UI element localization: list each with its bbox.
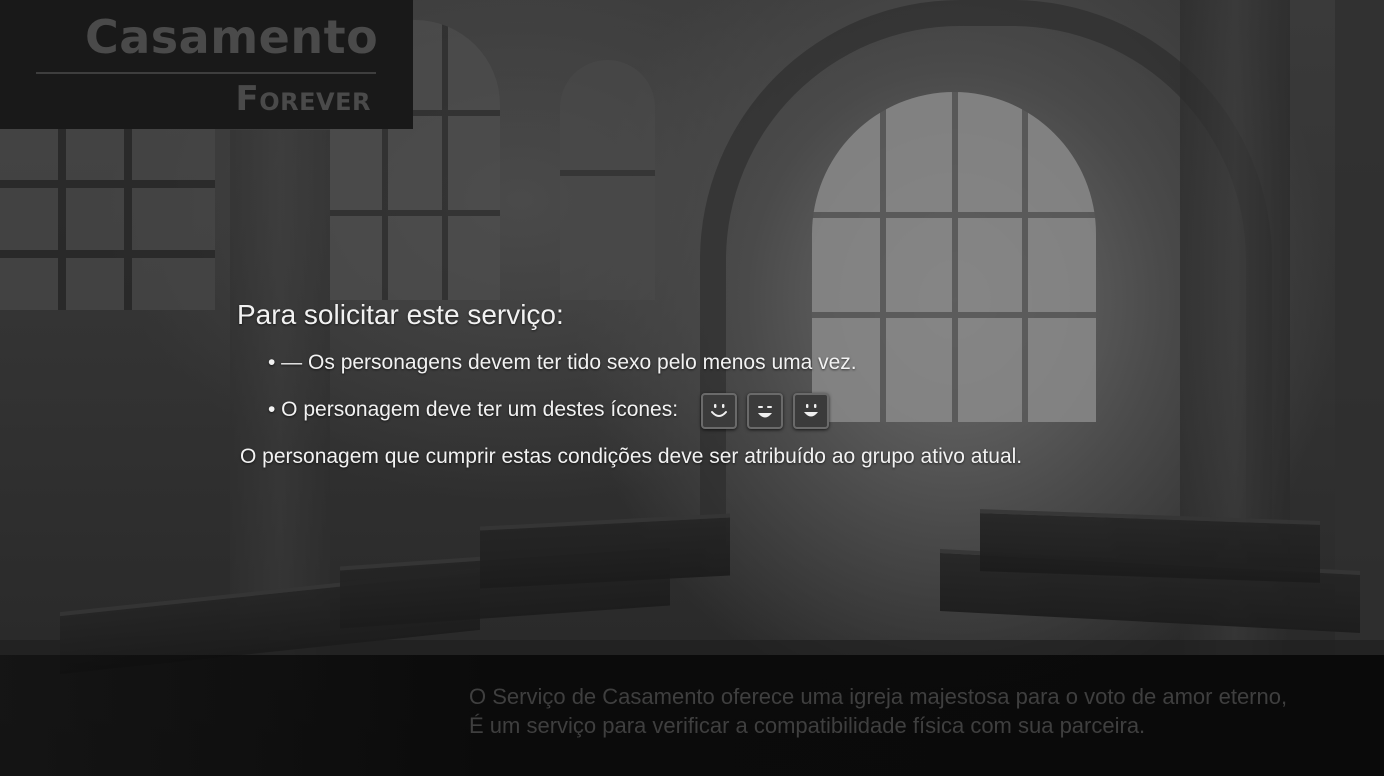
service-description-box: O Serviço de Casamento oferece uma igrej… bbox=[0, 655, 1384, 776]
description-line-1: O Serviço de Casamento oferece uma igrej… bbox=[469, 684, 1288, 709]
logo-subtitle: Forever bbox=[235, 79, 371, 119]
requirements-heading: Para solicitar este serviço: bbox=[237, 299, 564, 330]
wedding-service-screen: Casamento Forever Para solicitar este se… bbox=[0, 0, 1384, 776]
background-window-left bbox=[0, 120, 215, 310]
background-pew bbox=[480, 513, 730, 589]
requirement-item-icons: • O personagem deve ter um destes ícones… bbox=[268, 398, 679, 421]
background-pew bbox=[980, 509, 1320, 583]
logo-divider bbox=[36, 72, 376, 74]
requirement-item-sex: • — Os personagens devem ter tido sexo p… bbox=[268, 351, 857, 374]
description-line-2: É um serviço para verificar a compatibil… bbox=[469, 713, 1146, 738]
happy-face-icon bbox=[793, 393, 829, 429]
smile-face-icon bbox=[701, 393, 737, 429]
logo-title: Casamento bbox=[85, 10, 379, 64]
service-logo: Casamento Forever bbox=[0, 0, 413, 129]
background-window-narrow bbox=[560, 60, 655, 300]
grin-face-icon bbox=[747, 393, 783, 429]
requirements-note: O personagem que cumprir estas condições… bbox=[240, 445, 1023, 468]
